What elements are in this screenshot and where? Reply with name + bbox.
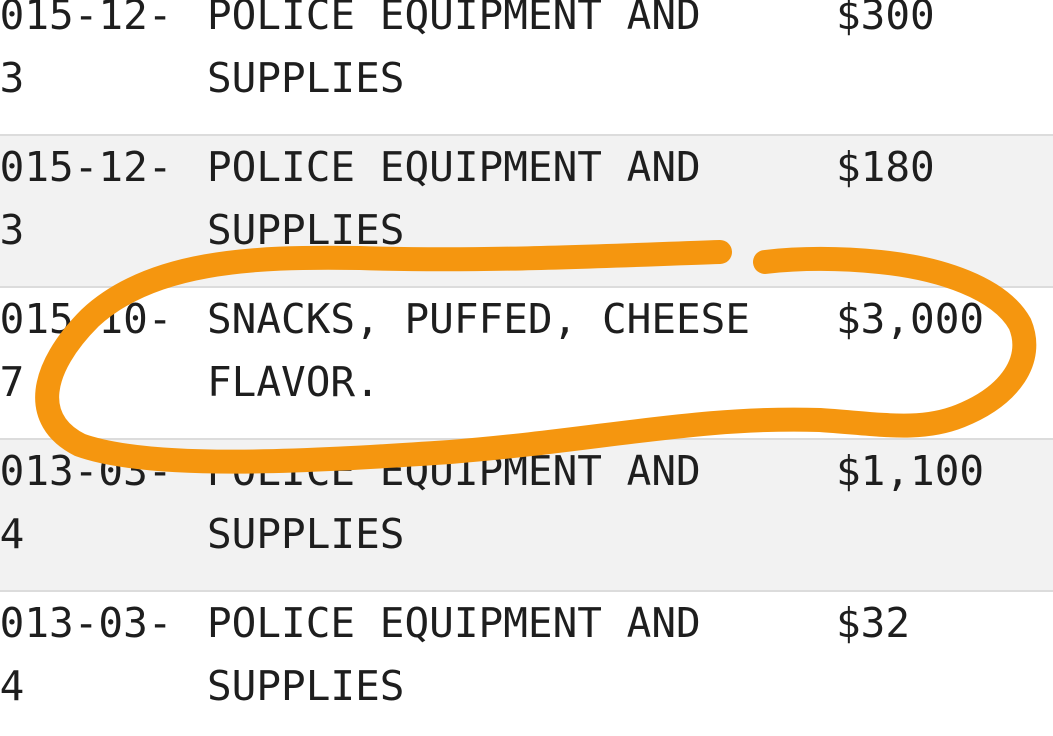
date-cell: 2015-12- 03 [0,143,173,254]
table-row-highlighted: 2015-10- 07 SNACKS, PUFFED, CHEESE FLAVO… [0,286,1053,438]
amount-cell: $180 [836,143,935,191]
table-row: 2013-03- 04 POLICE EQUIPMENT AND SUPPLIE… [0,438,1053,590]
description-cell: POLICE EQUIPMENT AND SUPPLIES [207,447,701,558]
description-cell: SNACKS, PUFFED, CHEESE FLAVOR. [207,295,751,406]
table-row: 2015-12- 03 POLICE EQUIPMENT AND SUPPLIE… [0,134,1053,286]
date-cell: 2015-10- 07 [0,295,173,406]
date-cell: 2015-12- 03 [0,0,173,102]
amount-cell: $32 [836,599,911,647]
amount-cell: $3,000 [836,295,985,343]
amount-cell: $1,100 [836,447,985,495]
amount-cell: $300 [836,0,935,39]
table-row: 2015-12- 03 POLICE EQUIPMENT AND SUPPLIE… [0,0,1053,134]
description-cell: POLICE EQUIPMENT AND SUPPLIES [207,599,701,710]
description-cell: POLICE EQUIPMENT AND SUPPLIES [207,143,701,254]
date-cell: 2013-03- 04 [0,599,173,710]
table-row: 2013-03- 04 POLICE EQUIPMENT AND SUPPLIE… [0,590,1053,736]
purchases-table: 2015-12- 03 POLICE EQUIPMENT AND SUPPLIE… [0,0,1053,736]
description-cell: POLICE EQUIPMENT AND SUPPLIES [207,0,701,102]
date-cell: 2013-03- 04 [0,447,173,558]
